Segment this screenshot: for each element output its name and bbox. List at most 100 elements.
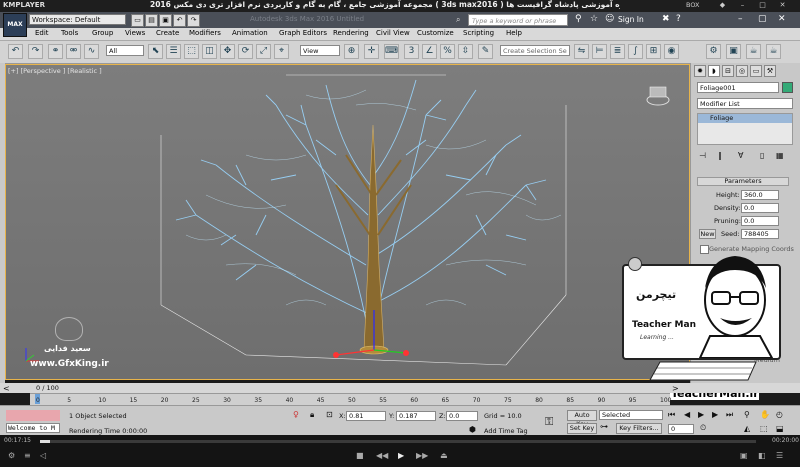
maximize-icon[interactable]: □	[758, 1, 767, 10]
reference-coordinate-dropdown[interactable]: View	[300, 45, 340, 56]
pruning-spinner[interactable]: 0.0	[741, 216, 779, 226]
isolate-selection-icon[interactable]: ♀	[293, 410, 299, 419]
select-and-move-icon[interactable]: ✥	[220, 44, 235, 59]
sign-in-button[interactable]: Sign In	[618, 15, 644, 24]
new-file-icon[interactable]: ▭	[131, 14, 144, 27]
render-iterative-icon[interactable]: ☕	[766, 44, 781, 59]
close-icon[interactable]: ✕	[778, 1, 787, 10]
auto-key-button[interactable]: Auto Key	[567, 410, 597, 428]
menu-customize[interactable]: Customize	[417, 29, 454, 37]
schematic-view-icon[interactable]: ⊞	[646, 44, 661, 59]
pin-stack-icon[interactable]: ⊣	[699, 151, 706, 160]
search-input[interactable]: Type a keyword or phrase	[468, 14, 568, 26]
motion-tab-icon[interactable]: ◎	[736, 65, 748, 77]
menu-tools[interactable]: Tools	[61, 29, 78, 37]
layer-explorer-icon[interactable]: ≣	[610, 44, 625, 59]
z-coord-field[interactable]: 0.0	[446, 411, 478, 421]
pivot-center-icon[interactable]: ⊕	[344, 44, 359, 59]
menu-edit[interactable]: Edit	[35, 29, 49, 37]
pan-icon[interactable]: ✋	[760, 410, 770, 419]
save-file-icon[interactable]: ▣	[159, 14, 172, 27]
menu-group[interactable]: Group	[92, 29, 113, 37]
window-crossing-icon[interactable]: ◫	[202, 44, 217, 59]
perspective-viewport[interactable]	[5, 64, 690, 380]
named-selection-dropdown[interactable]: Create Selection Se	[500, 45, 570, 56]
play-icon[interactable]: ▶	[698, 410, 704, 419]
modifier-stack-item[interactable]: Foliage	[698, 114, 792, 123]
display-tab-icon[interactable]: ▭	[750, 65, 762, 77]
object-name-field[interactable]: Foliage001	[697, 82, 779, 93]
parameters-rollout-header[interactable]: Parameters	[697, 177, 789, 186]
curve-editor-icon[interactable]: ∫	[628, 44, 643, 59]
window-close-icon[interactable]: ✕	[778, 14, 786, 24]
previous-frame-icon[interactable]: ◀	[684, 410, 690, 419]
density-spinner[interactable]: 0.0	[741, 203, 779, 213]
time-slider-bar[interactable]	[0, 383, 800, 393]
player-play-icon[interactable]: ▶	[398, 451, 404, 460]
rendered-frame-icon[interactable]: ▣	[726, 44, 741, 59]
mirror-icon[interactable]: ⇋	[574, 44, 589, 59]
snaps-toggle-icon[interactable]: 3	[404, 44, 419, 59]
player-menu-icon[interactable]: ☰	[776, 451, 783, 460]
player-seek-bar[interactable]	[40, 440, 756, 443]
menu-create[interactable]: Create	[156, 29, 179, 37]
height-spinner[interactable]: 360.0	[741, 190, 779, 200]
current-frame-field[interactable]: 0	[668, 424, 694, 434]
player-stop-icon[interactable]: ■	[356, 451, 364, 460]
selection-lock-icon[interactable]: 🔒︎	[310, 410, 314, 420]
time-tag-icon[interactable]: ⬢	[469, 425, 476, 434]
orbit-icon[interactable]: ◴	[776, 410, 783, 419]
absolute-mode-icon[interactable]: ⊡	[326, 410, 333, 419]
next-frame-icon[interactable]: ▶	[712, 410, 718, 419]
place-icon[interactable]: ⌖	[274, 44, 289, 59]
menu-graph-editors[interactable]: Graph Editors	[279, 29, 327, 37]
viewport-label[interactable]: [+] [Perspective ] [Realistic ]	[8, 67, 102, 75]
undo-toolbar-icon[interactable]: ↶	[8, 44, 23, 59]
object-color-swatch[interactable]	[782, 82, 793, 93]
spinner-snap-icon[interactable]: ⇳	[458, 44, 473, 59]
align-icon[interactable]: ⊨	[592, 44, 607, 59]
window-restore-icon[interactable]: ▢	[758, 14, 767, 24]
menu-rendering[interactable]: Rendering	[333, 29, 369, 37]
max-application-button[interactable]: MAX	[3, 13, 27, 37]
menu-views[interactable]: Views	[125, 29, 145, 37]
keyboard-shortcut-icon[interactable]: ⌨	[384, 44, 399, 59]
menu-modifiers[interactable]: Modifiers	[189, 29, 221, 37]
select-and-rotate-icon[interactable]: ⟳	[238, 44, 253, 59]
player-eject-icon[interactable]: ⏏	[440, 451, 448, 460]
zoom-icon[interactable]: ⚲	[744, 410, 750, 419]
seed-spinner[interactable]: 788405	[741, 229, 779, 239]
time-configuration-icon[interactable]: ⏲	[700, 423, 706, 433]
y-coord-field[interactable]: 0.187	[396, 411, 436, 421]
select-manipulate-icon[interactable]: ✛	[364, 44, 379, 59]
unlink-icon[interactable]: ⚮	[66, 44, 81, 59]
player-settings-icon[interactable]: ⚙	[8, 451, 15, 460]
exchange-icon[interactable]: ✖	[662, 14, 670, 24]
open-file-icon[interactable]: ▤	[145, 14, 158, 27]
maxscript-mini-listener[interactable]: Welcome to M	[6, 423, 60, 433]
key-selection-dropdown[interactable]: Selected	[599, 410, 663, 420]
x-coord-field[interactable]: 0.81	[346, 411, 386, 421]
pin-icon[interactable]: ◆	[718, 1, 727, 10]
help-icon[interactable]: ?	[676, 14, 681, 24]
time-slider-prev-icon[interactable]: <	[3, 384, 10, 393]
player-next-icon[interactable]: ▶▶	[416, 451, 428, 460]
new-seed-button[interactable]: New	[699, 229, 716, 239]
window-minimize-icon[interactable]: –	[738, 14, 743, 24]
modify-tab-icon[interactable]: ◗	[708, 65, 720, 77]
hierarchy-tab-icon[interactable]: ⊟	[722, 65, 734, 77]
add-time-tag-button[interactable]: Add Time Tag	[484, 427, 528, 435]
undo-icon[interactable]: ↶	[173, 14, 186, 27]
redo-icon[interactable]: ↷	[187, 14, 200, 27]
make-unique-icon[interactable]: ∀	[738, 151, 743, 160]
user-icon[interactable]: ☺	[605, 14, 614, 24]
remove-modifier-icon[interactable]: ▯	[760, 151, 764, 160]
field-of-view-icon[interactable]: ◭	[744, 424, 750, 433]
go-to-start-icon[interactable]: ⏮	[668, 410, 675, 420]
material-editor-icon[interactable]: ◉	[664, 44, 679, 59]
menu-help[interactable]: Help	[506, 29, 522, 37]
configure-modifier-icon[interactable]: ▦	[776, 151, 784, 160]
menu-civil-view[interactable]: Civil View	[376, 29, 410, 37]
select-and-link-icon[interactable]: ⚭	[48, 44, 63, 59]
maximize-viewport-icon[interactable]: ⬓	[776, 424, 784, 433]
